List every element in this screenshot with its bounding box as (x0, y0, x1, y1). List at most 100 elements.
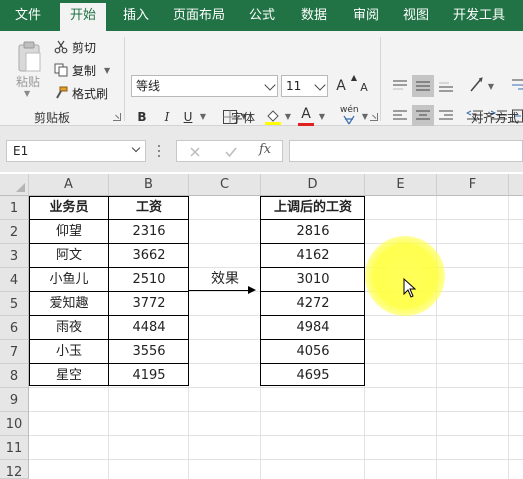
cell-a4[interactable]: 小鱼儿 (29, 268, 109, 292)
cell-a6[interactable]: 雨夜 (29, 316, 109, 340)
alignment-group-label: 对齐方式 (471, 111, 520, 125)
effect-arrow-line (189, 290, 251, 291)
cell-a7[interactable]: 小玉 (29, 340, 109, 364)
tab-insert[interactable]: 插入 (116, 0, 156, 31)
cell-d2[interactable]: 2816 (261, 220, 365, 244)
column-header-c[interactable]: C (189, 174, 261, 196)
row-header-3[interactable]: 3 (0, 244, 29, 268)
column-header-b[interactable]: B (109, 174, 189, 196)
formula-input[interactable] (289, 140, 523, 162)
cell-a3[interactable]: 阿文 (29, 244, 109, 268)
align-center-button[interactable] (412, 105, 434, 127)
cell-a8[interactable]: 星空 (29, 364, 109, 388)
font-launcher-icon[interactable] (370, 113, 378, 121)
cell-b5[interactable]: 3772 (109, 292, 189, 316)
tab-page-layout[interactable]: 页面布局 (166, 0, 232, 31)
bold-button[interactable]: B (134, 106, 150, 128)
row-header-5[interactable]: 5 (0, 292, 29, 316)
underline-button[interactable]: U (180, 106, 196, 128)
font-color-button[interactable]: A (298, 103, 314, 125)
cell-a2[interactable]: 仰望 (29, 220, 109, 244)
cell-b7[interactable]: 3556 (109, 340, 189, 364)
tab-file[interactable]: 文件 (6, 0, 50, 31)
fill-color-icon[interactable] (264, 108, 282, 126)
orientation-dropdown-icon[interactable]: ▼ (486, 76, 496, 98)
align-top-icon[interactable] (391, 79, 409, 93)
copy-button[interactable]: 复制 ▼ (54, 60, 110, 80)
row-header-10[interactable]: 10 (0, 412, 29, 436)
grow-font-button[interactable]: A (333, 75, 349, 97)
formula-bar-handle-icon (158, 145, 161, 159)
cell-d5[interactable]: 4272 (261, 292, 365, 316)
row-header-1[interactable]: 1 (0, 196, 29, 220)
font-name-select[interactable]: 等线 (131, 75, 278, 97)
cell-b4[interactable]: 2510 (109, 268, 189, 292)
tab-formulas[interactable]: 公式 (242, 0, 282, 31)
cell-b1[interactable]: 工资 (109, 196, 189, 220)
gridline (508, 196, 509, 479)
fill-color-dropdown-icon[interactable]: ▼ (283, 106, 293, 128)
row-header-6[interactable]: 6 (0, 316, 29, 340)
column-header-d[interactable]: D (261, 174, 365, 196)
wrap-text-icon[interactable] (511, 77, 523, 93)
tab-view[interactable]: 视图 (396, 0, 436, 31)
row-header-12[interactable]: 12 (0, 460, 29, 479)
cut-button[interactable]: 剪切 (54, 37, 96, 57)
copy-dropdown-icon[interactable]: ▼ (104, 66, 110, 75)
clipboard-launcher-icon[interactable] (113, 113, 121, 121)
align-left-icon[interactable] (391, 109, 409, 123)
font-group-label: 字体 (231, 111, 256, 125)
cell-d3[interactable]: 4162 (261, 244, 365, 268)
paste-button[interactable]: 粘贴 (16, 73, 40, 90)
cell-d7[interactable]: 4056 (261, 340, 365, 364)
cell-d8[interactable]: 4695 (261, 364, 365, 388)
row-header-7[interactable]: 7 (0, 340, 29, 364)
select-all-button[interactable] (0, 174, 29, 196)
format-painter-button[interactable]: 格式刷 (54, 83, 108, 103)
cell-b2[interactable]: 2316 (109, 220, 189, 244)
insert-function-icon[interactable]: fx (259, 142, 271, 157)
tab-home[interactable]: 开始 (60, 3, 106, 31)
italic-button[interactable]: I (159, 106, 175, 128)
column-header-g[interactable] (509, 174, 523, 196)
font-color-dropdown-icon[interactable]: ▼ (317, 106, 327, 128)
cell-b6[interactable]: 4484 (109, 316, 189, 340)
align-middle-button[interactable] (412, 75, 434, 97)
cell-d1[interactable]: 上调后的工资 (261, 196, 365, 220)
row-header-4[interactable]: 4 (0, 268, 29, 292)
paste-icon[interactable] (16, 41, 42, 73)
align-right-icon[interactable] (437, 109, 455, 123)
tab-data[interactable]: 数据 (294, 0, 334, 31)
column-header-e[interactable]: E (365, 174, 437, 196)
row-header-2[interactable]: 2 (0, 220, 29, 244)
paste-dropdown-icon[interactable]: ▼ (24, 89, 30, 98)
tab-developer[interactable]: 开发工具 (446, 0, 512, 31)
row-header-11[interactable]: 11 (0, 436, 29, 460)
cell-a5[interactable]: 爱知趣 (29, 292, 109, 316)
enter-check-icon[interactable] (225, 146, 237, 158)
font-size-select[interactable]: 11 (281, 75, 328, 97)
ribbon-home: 粘贴 ▼ 剪切 复制 ▼ 格式刷 剪贴板 等线 11 A ▲ A B I U ▼… (0, 31, 523, 128)
name-box[interactable]: E1 (6, 140, 146, 162)
cell-d6[interactable]: 4984 (261, 316, 365, 340)
underline-dropdown-icon[interactable]: ▼ (198, 106, 208, 128)
cell-d4[interactable]: 3010 (261, 268, 365, 292)
row-header-8[interactable]: 8 (0, 364, 29, 388)
orientation-icon[interactable] (468, 76, 488, 94)
name-box-value: E1 (13, 144, 29, 158)
column-header-a[interactable]: A (29, 174, 109, 196)
cell-a1[interactable]: 业务员 (29, 196, 109, 220)
cell-b8[interactable]: 4195 (109, 364, 189, 388)
row-header-9[interactable]: 9 (0, 388, 29, 412)
shrink-font-button[interactable]: A (357, 77, 371, 99)
column-header-f[interactable]: F (437, 174, 509, 196)
align-middle-icon (416, 81, 430, 91)
arrow-right-icon (248, 286, 256, 294)
cancel-icon[interactable] (189, 146, 201, 158)
chevron-down-icon (264, 79, 276, 91)
phonetic-dropdown-icon[interactable]: ▼ (360, 106, 370, 128)
align-bottom-icon[interactable] (437, 79, 455, 93)
cell-b3[interactable]: 3662 (109, 244, 189, 268)
tab-review[interactable]: 审阅 (346, 0, 386, 31)
clipboard-group-label: 剪贴板 (34, 111, 71, 125)
